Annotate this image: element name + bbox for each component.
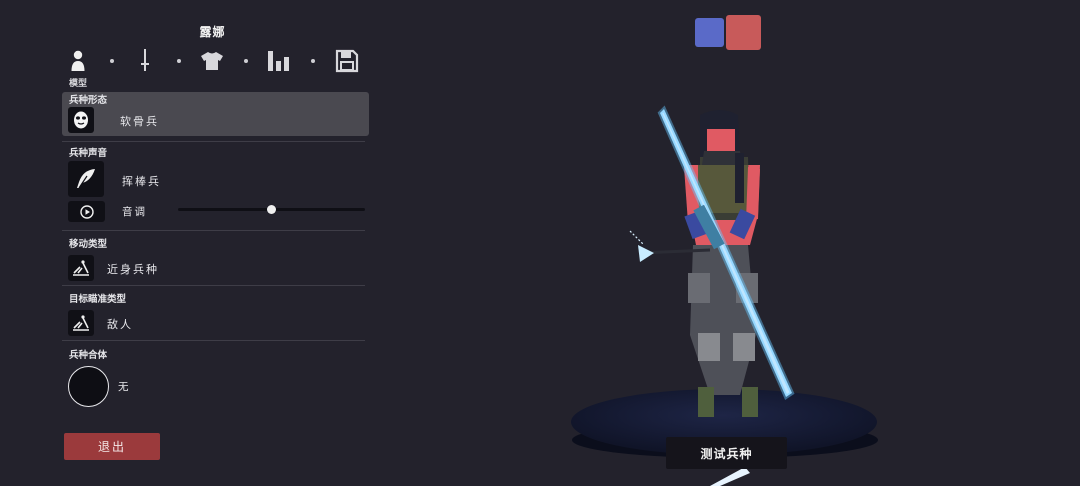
targeting-type-label: 目标瞄准类型 [69,294,127,305]
divider [62,141,365,142]
tab-stats[interactable] [264,46,294,76]
unit-merge-label: 兵种合体 [69,350,108,361]
feather-icon [77,169,95,189]
pitch-slider-handle[interactable] [267,205,276,214]
tab-save[interactable] [332,46,362,76]
tab-weapons[interactable] [130,46,160,76]
tab-separator-dot [177,59,181,63]
tab-separator-dot [244,59,248,63]
unit-form-label: 兵种形态 [69,95,108,106]
tab-separator-dot [110,59,114,63]
team-color-red[interactable] [726,15,761,50]
movement-type-selector[interactable] [68,255,94,281]
voice-play-button[interactable] [68,201,105,222]
tab-separator-dot [311,59,315,63]
divider [62,285,365,286]
pitch-label: 音调 [122,206,147,218]
melee-icon [73,260,89,276]
sword-icon [141,49,149,71]
test-unit-button[interactable]: 测试兵种 [666,437,787,469]
divider [62,340,365,341]
unit-form-icon-box [68,107,94,133]
targeting-type-value: 敌人 [107,318,133,331]
save-icon [335,49,359,73]
melee-icon [73,315,89,331]
team-color-blue[interactable] [695,18,724,47]
unit-name-title: 露娜 [199,25,226,39]
play-icon [79,204,94,219]
targeting-type-selector[interactable] [68,310,94,336]
shirt-icon [201,52,223,70]
active-tab-label: 模型 [69,79,88,89]
unit-form-value: 软骨兵 [120,115,159,128]
unit-merge-selector[interactable] [68,366,109,407]
unit-voice-selector[interactable] [68,161,104,197]
unit-form-selector[interactable] [62,92,369,136]
mask-icon [74,111,88,129]
tab-model[interactable] [63,46,93,76]
exit-button[interactable]: 退出 [64,433,160,460]
character-model [629,105,795,417]
unit-voice-label: 兵种声音 [69,148,108,159]
unit-voice-value: 挥棒兵 [122,175,161,188]
movement-type-value: 近身兵种 [107,263,159,276]
editor-tab-bar [62,46,367,76]
tab-clothing[interactable] [197,46,227,76]
unit-preview-viewport[interactable] [560,95,890,486]
light-beam [710,467,750,486]
person-icon [71,50,85,71]
divider [62,230,365,231]
stats-icon [268,51,289,71]
unit-merge-value: 无 [118,381,131,393]
movement-type-label: 移动类型 [69,239,108,250]
